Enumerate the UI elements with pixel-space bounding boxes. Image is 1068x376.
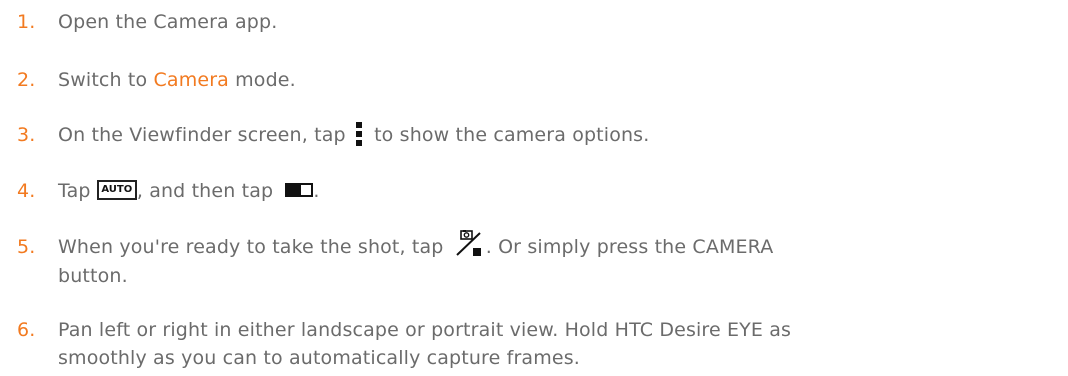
step-text: Open the Camera app. bbox=[58, 8, 277, 36]
step-text-line-2: smoothly as you can to automatically cap… bbox=[58, 347, 580, 369]
step-text: Switch to Camera mode. bbox=[58, 66, 296, 94]
step-text-before: Tap bbox=[58, 180, 97, 202]
step-text-after: . Or simply press the CAMERA bbox=[485, 236, 774, 258]
panorama-mode-icon bbox=[285, 182, 314, 197]
step-text-after: to show the camera options. bbox=[367, 124, 650, 146]
step-text-middle: , and then tap bbox=[136, 180, 280, 202]
step-text-before: Switch to bbox=[58, 69, 154, 91]
step-text: Tap AUTO, and then tap . bbox=[58, 177, 320, 205]
step-text-after: . bbox=[313, 180, 320, 202]
step-text-after: mode. bbox=[228, 69, 296, 91]
step-text-before: On the Viewfinder screen, tap bbox=[58, 124, 352, 146]
step-text-content: Open the Camera app. bbox=[58, 11, 278, 33]
step-number: 6. bbox=[17, 319, 36, 341]
step-text-line-2: button. bbox=[58, 264, 128, 287]
step-text-line-1: Pan left or right in either landscape or… bbox=[58, 319, 792, 341]
step-text-line-1: When you're ready to take the shot, tap … bbox=[58, 229, 774, 262]
shutter-icon bbox=[454, 229, 484, 258]
step-text: When you're ready to take the shot, tap … bbox=[58, 229, 774, 290]
auto-mode-icon: AUTO bbox=[96, 179, 137, 200]
step-number: 2. bbox=[17, 69, 36, 91]
camera-mode-label: Camera bbox=[153, 69, 229, 91]
step-text: On the Viewfinder screen, tap to show th… bbox=[58, 121, 649, 149]
step-text: Pan left or right in either landscape or… bbox=[58, 316, 791, 372]
step-number: 1. bbox=[17, 11, 36, 33]
step-text-before: When you're ready to take the shot, tap bbox=[58, 236, 450, 258]
step-number: 5. bbox=[17, 236, 36, 258]
step-number: 4. bbox=[17, 180, 36, 202]
step-number: 3. bbox=[17, 124, 36, 146]
more-options-icon bbox=[355, 121, 362, 146]
